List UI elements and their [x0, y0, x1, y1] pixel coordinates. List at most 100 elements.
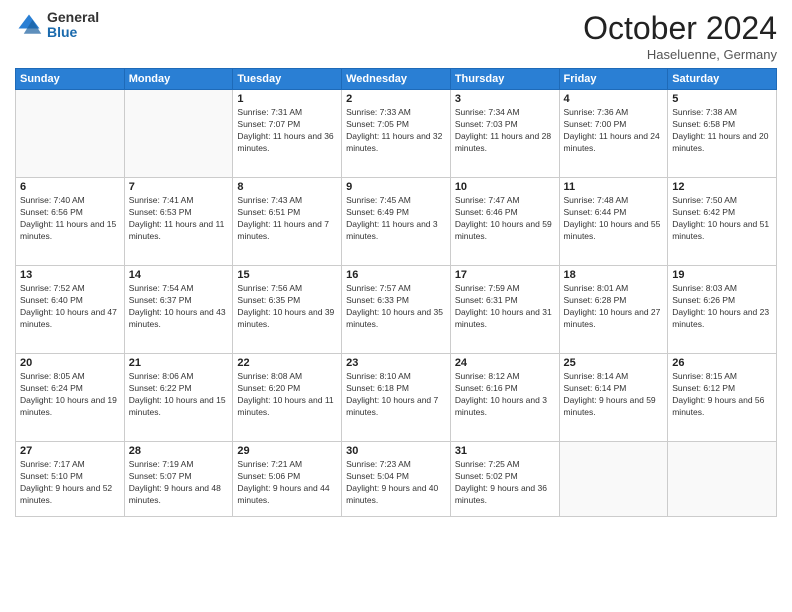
calendar-day-cell — [559, 442, 668, 517]
calendar-day-cell: 17 Sunrise: 7:59 AM Sunset: 6:31 PM Dayli… — [450, 266, 559, 354]
day-info: Sunrise: 7:17 AM Sunset: 5:10 PM Dayligh… — [20, 459, 120, 507]
calendar-day-cell: 3 Sunrise: 7:34 AM Sunset: 7:03 PM Daylig… — [450, 90, 559, 178]
calendar-day-cell: 28Sunrise: 7:19 AM Sunset: 5:07 PM Dayli… — [124, 442, 233, 517]
month-title: October 2024 — [583, 10, 777, 47]
day-number: 18 — [564, 269, 664, 281]
location-text: Haseluenne, Germany — [583, 47, 777, 62]
day-info: Sunrise: 7:45 AM Sunset: 6:49 PM Dayligh… — [346, 195, 446, 243]
day-number: 15 — [237, 269, 337, 281]
day-info: Sunrise: 7:38 AM Sunset: 6:58 PM Dayligh… — [672, 107, 772, 155]
calendar-day-cell: 2Sunrise: 7:33 AM Sunset: 7:05 PM Daylig… — [342, 90, 451, 178]
calendar-day-cell: 19Sunrise: 8:03 AM Sunset: 6:26 PM Dayli… — [668, 266, 777, 354]
day-info: Sunrise: 7:21 AM Sunset: 5:06 PM Dayligh… — [237, 459, 337, 507]
logo-icon — [15, 11, 43, 39]
day-number: 6 — [20, 181, 120, 193]
day-number: 5 — [672, 93, 772, 105]
day-number: 9 — [346, 181, 446, 193]
day-info: Sunrise: 8:15 AM Sunset: 6:12 PM Dayligh… — [672, 371, 772, 419]
calendar-day-cell: 25 Sunrise: 8:14 AM Sunset: 6:14 PM Dayli… — [559, 354, 668, 442]
calendar-week-row: 13 Sunrise: 7:52 AM Sunset: 6:40 PM Dayli… — [16, 266, 777, 354]
calendar-week-row: 27Sunrise: 7:17 AM Sunset: 5:10 PM Dayli… — [16, 442, 777, 517]
day-info: Sunrise: 8:01 AM Sunset: 6:28 PM Dayligh… — [564, 283, 664, 331]
logo: General Blue — [15, 10, 99, 41]
calendar-day-cell — [668, 442, 777, 517]
calendar-day-cell: 6 Sunrise: 7:40 AM Sunset: 6:56 PM Daylig… — [16, 178, 125, 266]
calendar-week-row: 6 Sunrise: 7:40 AM Sunset: 6:56 PM Daylig… — [16, 178, 777, 266]
day-info: Sunrise: 7:59 AM Sunset: 6:31 PM Dayligh… — [455, 283, 555, 331]
day-info: Sunrise: 7:57 AM Sunset: 6:33 PM Dayligh… — [346, 283, 446, 331]
calendar-day-cell: 23 Sunrise: 8:10 AM Sunset: 6:18 PM Dayli… — [342, 354, 451, 442]
calendar-week-row: 1 Sunrise: 7:31 AM Sunset: 7:07 PM Daylig… — [16, 90, 777, 178]
calendar-day-cell: 22 Sunrise: 8:08 AM Sunset: 6:20 PM Dayli… — [233, 354, 342, 442]
day-number: 2 — [346, 93, 446, 105]
day-info: Sunrise: 8:12 AM Sunset: 6:16 PM Dayligh… — [455, 371, 555, 419]
day-info: Sunrise: 8:05 AM Sunset: 6:24 PM Dayligh… — [20, 371, 120, 419]
day-info: Sunrise: 8:03 AM Sunset: 6:26 PM Dayligh… — [672, 283, 772, 331]
day-number: 12 — [672, 181, 772, 193]
day-number: 20 — [20, 357, 120, 369]
day-info: Sunrise: 7:56 AM Sunset: 6:35 PM Dayligh… — [237, 283, 337, 331]
logo-general-text: General — [47, 10, 99, 25]
logo-blue-text: Blue — [47, 25, 99, 40]
header-monday: Monday — [124, 69, 233, 90]
calendar-day-cell: 12 Sunrise: 7:50 AM Sunset: 6:42 PM Dayli… — [668, 178, 777, 266]
day-info: Sunrise: 7:34 AM Sunset: 7:03 PM Dayligh… — [455, 107, 555, 155]
day-number: 8 — [237, 181, 337, 193]
calendar-table: Sunday Monday Tuesday Wednesday Thursday… — [15, 68, 777, 517]
day-info: Sunrise: 7:52 AM Sunset: 6:40 PM Dayligh… — [20, 283, 120, 331]
day-info: Sunrise: 7:48 AM Sunset: 6:44 PM Dayligh… — [564, 195, 664, 243]
day-number: 16 — [346, 269, 446, 281]
calendar-day-cell: 9 Sunrise: 7:45 AM Sunset: 6:49 PM Daylig… — [342, 178, 451, 266]
day-info: Sunrise: 8:10 AM Sunset: 6:18 PM Dayligh… — [346, 371, 446, 419]
header-wednesday: Wednesday — [342, 69, 451, 90]
calendar-day-cell: 15 Sunrise: 7:56 AM Sunset: 6:35 PM Dayli… — [233, 266, 342, 354]
day-info: Sunrise: 7:19 AM Sunset: 5:07 PM Dayligh… — [129, 459, 229, 507]
day-info: Sunrise: 7:50 AM Sunset: 6:42 PM Dayligh… — [672, 195, 772, 243]
calendar-day-cell: 21 Sunrise: 8:06 AM Sunset: 6:22 PM Dayli… — [124, 354, 233, 442]
calendar-day-cell: 24 Sunrise: 8:12 AM Sunset: 6:16 PM Dayli… — [450, 354, 559, 442]
day-number: 1 — [237, 93, 337, 105]
calendar-day-cell: 8 Sunrise: 7:43 AM Sunset: 6:51 PM Daylig… — [233, 178, 342, 266]
header-thursday: Thursday — [450, 69, 559, 90]
day-number: 13 — [20, 269, 120, 281]
calendar-day-cell: 31 Sunrise: 7:25 AM Sunset: 5:02 PM Dayli… — [450, 442, 559, 517]
calendar-day-cell: 14Sunrise: 7:54 AM Sunset: 6:37 PM Dayli… — [124, 266, 233, 354]
day-info: Sunrise: 8:06 AM Sunset: 6:22 PM Dayligh… — [129, 371, 229, 419]
day-number: 4 — [564, 93, 664, 105]
calendar-day-cell: 10 Sunrise: 7:47 AM Sunset: 6:46 PM Dayli… — [450, 178, 559, 266]
calendar-day-cell: 20 Sunrise: 8:05 AM Sunset: 6:24 PM Dayli… — [16, 354, 125, 442]
day-info: Sunrise: 7:40 AM Sunset: 6:56 PM Dayligh… — [20, 195, 120, 243]
header-tuesday: Tuesday — [233, 69, 342, 90]
calendar-day-cell: 18 Sunrise: 8:01 AM Sunset: 6:28 PM Dayli… — [559, 266, 668, 354]
day-info: Sunrise: 8:14 AM Sunset: 6:14 PM Dayligh… — [564, 371, 664, 419]
day-info: Sunrise: 7:43 AM Sunset: 6:51 PM Dayligh… — [237, 195, 337, 243]
calendar-day-cell: 27Sunrise: 7:17 AM Sunset: 5:10 PM Dayli… — [16, 442, 125, 517]
day-number: 29 — [237, 445, 337, 457]
day-number: 17 — [455, 269, 555, 281]
day-info: Sunrise: 7:25 AM Sunset: 5:02 PM Dayligh… — [455, 459, 555, 507]
page-header: General Blue October 2024 Haseluenne, Ge… — [15, 10, 777, 62]
day-number: 14 — [129, 269, 229, 281]
calendar-day-cell: 16 Sunrise: 7:57 AM Sunset: 6:33 PM Dayli… — [342, 266, 451, 354]
day-info: Sunrise: 7:31 AM Sunset: 7:07 PM Dayligh… — [237, 107, 337, 155]
day-number: 21 — [129, 357, 229, 369]
day-number: 3 — [455, 93, 555, 105]
calendar-day-cell: 13 Sunrise: 7:52 AM Sunset: 6:40 PM Dayli… — [16, 266, 125, 354]
calendar-day-cell — [16, 90, 125, 178]
calendar-day-cell: 26Sunrise: 8:15 AM Sunset: 6:12 PM Dayli… — [668, 354, 777, 442]
day-info: Sunrise: 8:08 AM Sunset: 6:20 PM Dayligh… — [237, 371, 337, 419]
day-info: Sunrise: 7:47 AM Sunset: 6:46 PM Dayligh… — [455, 195, 555, 243]
day-info: Sunrise: 7:36 AM Sunset: 7:00 PM Dayligh… — [564, 107, 664, 155]
calendar-day-cell: 5 Sunrise: 7:38 AM Sunset: 6:58 PM Daylig… — [668, 90, 777, 178]
day-number: 31 — [455, 445, 555, 457]
day-number: 30 — [346, 445, 446, 457]
day-number: 25 — [564, 357, 664, 369]
day-number: 22 — [237, 357, 337, 369]
day-number: 24 — [455, 357, 555, 369]
calendar-day-cell: 1 Sunrise: 7:31 AM Sunset: 7:07 PM Daylig… — [233, 90, 342, 178]
day-number: 10 — [455, 181, 555, 193]
day-number: 23 — [346, 357, 446, 369]
header-saturday: Saturday — [668, 69, 777, 90]
header-friday: Friday — [559, 69, 668, 90]
day-number: 7 — [129, 181, 229, 193]
